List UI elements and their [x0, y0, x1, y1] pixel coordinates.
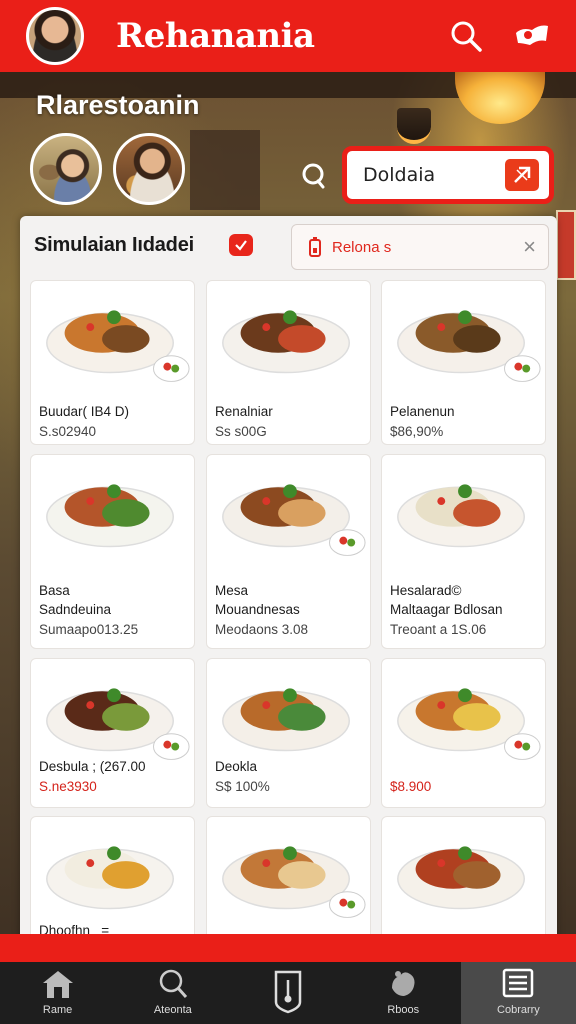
menu-list-icon	[503, 968, 534, 998]
food-image	[397, 484, 525, 548]
arrow-icon	[514, 166, 531, 183]
user-avatar[interactable]	[26, 7, 84, 65]
search-icon	[159, 969, 187, 998]
search-submit-button[interactable]	[505, 159, 539, 191]
food-name: Pelanenun	[390, 404, 455, 419]
search-icon	[451, 21, 482, 52]
restaurant-name: Rlarestoanin	[36, 90, 200, 120]
food-image	[46, 484, 174, 548]
food-price: S$ 100%	[215, 779, 270, 794]
bottom-nav: Rame Ateonta Rboos Cobrarry	[0, 962, 576, 1024]
food-name: Renalniar	[215, 404, 273, 419]
nav-label-library: Cobrarry	[497, 1004, 540, 1016]
wall-frame	[556, 210, 576, 280]
wall-panel	[190, 130, 260, 210]
home-icon	[42, 971, 73, 998]
food-name: Basa Sadndeuina	[39, 583, 112, 617]
pendant-lamp-small	[397, 108, 431, 144]
nav-item-search[interactable]: Ateonta	[115, 962, 230, 1024]
food-card[interactable]: Renalniar Ss s00G	[206, 280, 371, 445]
nav-label-rewards: Rboos	[387, 1004, 420, 1016]
food-card[interactable]: Desbula ; (267.00 S.ne3930	[30, 658, 195, 808]
search-input-value: Doldaia	[363, 164, 436, 186]
food-card[interactable]: $8.900	[381, 658, 546, 808]
food-price: $86,90%	[390, 424, 444, 439]
food-image	[222, 688, 350, 752]
food-image	[46, 310, 190, 382]
food-card[interactable]: Basa Sadndeuina Sumaapo013.25	[30, 454, 195, 649]
check-icon	[235, 240, 247, 251]
search-toggle[interactable]	[296, 158, 330, 192]
battery-icon	[309, 237, 321, 257]
nav-item-rewards[interactable]: Rboos	[346, 962, 461, 1024]
panel-badge	[229, 234, 253, 256]
food-card[interactable]	[206, 816, 371, 946]
food-image	[397, 846, 525, 910]
nav-label-home: Rame	[42, 1004, 73, 1016]
food-price: S.ne3930	[39, 779, 97, 794]
panel-title: Simulaian Iıdadei	[34, 234, 194, 256]
food-price: Meodaons 3.08	[215, 622, 309, 637]
top-app-bar: Rehanania	[0, 0, 576, 72]
restaurant-photo-1[interactable]	[30, 133, 102, 205]
share-button[interactable]	[512, 16, 552, 56]
food-card[interactable]: Pelanenun $86,90%	[381, 280, 546, 445]
food-card[interactable]: Mesa Mouandnesas Meodaons 3.08	[206, 454, 371, 649]
filter-chip[interactable]: Relona s ×	[291, 224, 549, 270]
nav-item-library[interactable]: Cobrarry	[460, 962, 576, 1024]
app-title: Rehanania	[116, 16, 315, 56]
food-price: Ss s00G	[215, 424, 267, 439]
search-button[interactable]	[446, 16, 486, 56]
nav-item-center[interactable]	[230, 962, 345, 1024]
search-icon	[302, 163, 325, 189]
food-image	[397, 310, 541, 382]
food-name: Mesa Mouandnesas	[215, 583, 300, 617]
food-card[interactable]	[381, 816, 546, 946]
food-card[interactable]: Deokla S$ 100%	[206, 658, 371, 808]
flag-icon	[516, 25, 548, 45]
food-image	[46, 688, 190, 760]
food-image	[46, 846, 174, 910]
bottom-accent-bar	[0, 934, 576, 964]
food-card[interactable]: Dhoofhn =	[30, 816, 195, 946]
search-input[interactable]: Doldaia	[342, 146, 554, 204]
food-image	[397, 688, 541, 760]
food-name: Deokla	[215, 759, 258, 774]
nav-item-home[interactable]: Rame	[0, 962, 115, 1024]
food-card[interactable]: Buudar( IB4 D) S.s02940	[30, 280, 195, 445]
food-image	[222, 310, 350, 374]
food-name: Desbula ; (267.00	[39, 759, 146, 774]
food-card[interactable]: Hesalarad© Maltaagar Bdlosan Treoant a 1S…	[381, 454, 546, 649]
restaurant-photo-2[interactable]	[113, 133, 185, 205]
food-price: S.s02940	[39, 424, 97, 439]
hand-icon	[392, 971, 415, 996]
food-name: Hesalarad© Maltaagar Bdlosan	[390, 583, 503, 617]
filter-label: Relona s	[332, 239, 392, 256]
menu-panel: Simulaian Iıdadei Relona s × Buudar( IB4…	[20, 216, 557, 946]
thermometer-icon	[274, 970, 302, 1014]
close-icon[interactable]: ×	[523, 235, 536, 259]
nav-label-search: Ateonta	[153, 1004, 192, 1016]
food-image	[222, 484, 366, 556]
food-name: Buudar( IB4 D)	[39, 404, 130, 419]
food-image	[222, 846, 366, 918]
food-price: Sumaapo013.25	[39, 622, 139, 637]
food-price: Treoant a 1S.06	[390, 622, 487, 637]
food-price: $8.900	[390, 779, 432, 794]
